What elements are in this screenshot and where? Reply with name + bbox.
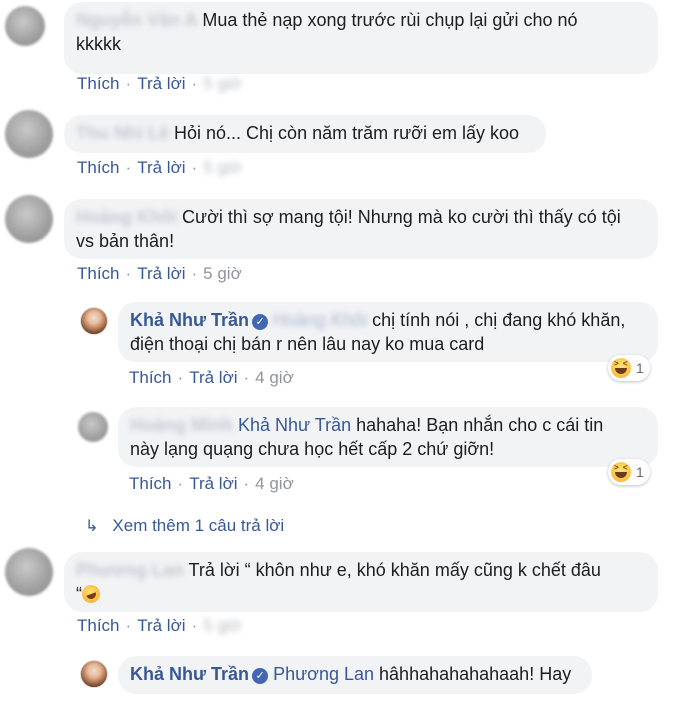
reply-link[interactable]: Trả lời [189, 474, 237, 493]
timestamp[interactable]: 4 giờ [255, 474, 294, 493]
separator: · [125, 74, 132, 93]
like-link[interactable]: Thích [77, 616, 120, 635]
comment-author[interactable]: Phương Lan [76, 558, 184, 582]
avatar[interactable] [80, 660, 108, 688]
timestamp[interactable]: 4 giờ [255, 368, 294, 387]
reply-actions: Thích · Trả lời · 4 giờ [129, 368, 294, 388]
timestamp[interactable]: 5 giờ [203, 616, 242, 635]
reply-link[interactable]: Trả lời [137, 264, 185, 283]
like-link[interactable]: Thích [77, 74, 120, 93]
separator: · [191, 74, 198, 93]
haha-reaction-icon [611, 462, 631, 482]
separator: · [177, 368, 184, 387]
like-link[interactable]: Thích [129, 368, 172, 387]
comment-actions: Thích · Trả lời · 5 giờ [77, 264, 242, 284]
reply-text: hahaha! Bạn nhắn cho c cái tin [356, 415, 604, 435]
reply-actions: Thích · Trả lời · 4 giờ [129, 474, 294, 494]
reply-author[interactable]: Khả Như Trần [130, 310, 249, 330]
reply-link[interactable]: Trả lời [137, 616, 185, 635]
reply-text: chị tính nói , chị đang khó khăn, [372, 310, 626, 330]
reply-author[interactable]: Hoàng Minh [130, 413, 233, 437]
reply-author[interactable]: Khả Như Trần [130, 664, 249, 684]
comment-actions: Thích · Trả lời · 5 giờ [77, 74, 242, 94]
view-more-replies[interactable]: ↳ Xem thêm 1 câu trả lời [85, 516, 284, 536]
separator: · [191, 264, 198, 283]
like-link[interactable]: Thích [129, 474, 172, 493]
separator: · [125, 158, 132, 177]
reply-text: điện thoại chị bán r nên lâu nay ko mua … [130, 334, 485, 354]
mention-tag[interactable]: Hoàng Khôi [273, 308, 367, 332]
reply-link[interactable]: Trả lời [189, 368, 237, 387]
separator: · [191, 616, 198, 635]
comment-author[interactable]: Nguyễn Văn A [76, 8, 197, 32]
comment-bubble: Phương Lan Trả lời “ khôn như e, khó khă… [64, 552, 658, 612]
comment-actions: Thích · Trả lời · 5 giờ [77, 616, 242, 636]
reaction-count: 1 [636, 360, 644, 376]
comment-thread: Nguyễn Văn A Mua thẻ nạp xong trước rùi … [0, 0, 700, 701]
avatar[interactable] [5, 110, 53, 158]
mention-tag[interactable]: Phương Lan [273, 664, 374, 684]
reply-bubble: Khả Như Trần ✓ Phương Lan hâhhahahahahaah… [118, 656, 592, 694]
comment-actions: Thích · Trả lời · 5 giờ [77, 158, 242, 178]
reply-bubble: Khả Như Trần ✓ Hoàng Khôi chị tính nói , … [118, 302, 658, 362]
laughing-emoji-icon [79, 582, 103, 606]
like-link[interactable]: Thích [77, 158, 120, 177]
separator: · [191, 158, 198, 177]
timestamp[interactable]: 5 giờ [203, 158, 242, 177]
comment-text: Hỏi nó... Chị còn năm trăm rưỡi em lấy k… [174, 123, 519, 143]
view-more-label[interactable]: Xem thêm 1 câu trả lời [112, 516, 284, 536]
reply-link[interactable]: Trả lời [137, 158, 185, 177]
verified-icon: ✓ [252, 668, 269, 684]
reply-text: hâhhahahahahaah! Hay [379, 664, 572, 684]
comment-text: kkkkk [76, 34, 121, 54]
timestamp[interactable]: 5 giờ [203, 74, 242, 93]
timestamp[interactable]: 5 giờ [203, 264, 242, 283]
comment-bubble: Thu Nhi Lê Hỏi nó... Chị còn năm trăm rư… [64, 115, 546, 153]
comment-text: Mua thẻ nạp xong trước rùi chụp lại gửi … [202, 10, 578, 30]
comment-text: Cười thì sợ mang tội! Nhưng mà ko cười t… [182, 207, 621, 227]
reply-arrow-icon: ↳ [85, 518, 99, 535]
avatar[interactable] [78, 412, 108, 442]
comment-author[interactable]: Hoàng Khôi [76, 205, 177, 229]
reaction-summary[interactable]: 1 [608, 355, 650, 381]
separator: · [177, 474, 184, 493]
avatar[interactable] [80, 307, 108, 335]
reply-text: này lạng quạng chưa học hết cấp 2 chứ gi… [130, 439, 495, 459]
comment-bubble: Nguyễn Văn A Mua thẻ nạp xong trước rùi … [64, 2, 658, 74]
avatar[interactable] [5, 548, 53, 596]
comment-author[interactable]: Thu Nhi Lê [76, 121, 169, 145]
separator: · [125, 264, 132, 283]
reply-link[interactable]: Trả lời [137, 74, 185, 93]
reply-bubble: Hoàng Minh Khả Như Trần hahaha! Bạn nhắn… [118, 407, 658, 467]
mention-tag[interactable]: Khả Như Trần [238, 415, 351, 435]
comment-bubble: Hoàng Khôi Cười thì sợ mang tội! Nhưng m… [64, 199, 658, 259]
reaction-summary[interactable]: 1 [608, 459, 650, 485]
avatar[interactable] [5, 6, 45, 46]
haha-reaction-icon [611, 358, 631, 378]
separator: · [243, 474, 250, 493]
separator: · [243, 368, 250, 387]
reaction-count: 1 [636, 464, 644, 480]
comment-text: vs bản thân! [76, 231, 175, 251]
like-link[interactable]: Thích [77, 264, 120, 283]
comment-text: Trả lời “ khôn như e, khó khăn mấy cũng … [188, 560, 601, 580]
verified-icon: ✓ [252, 314, 269, 330]
avatar[interactable] [5, 195, 53, 243]
separator: · [125, 616, 132, 635]
